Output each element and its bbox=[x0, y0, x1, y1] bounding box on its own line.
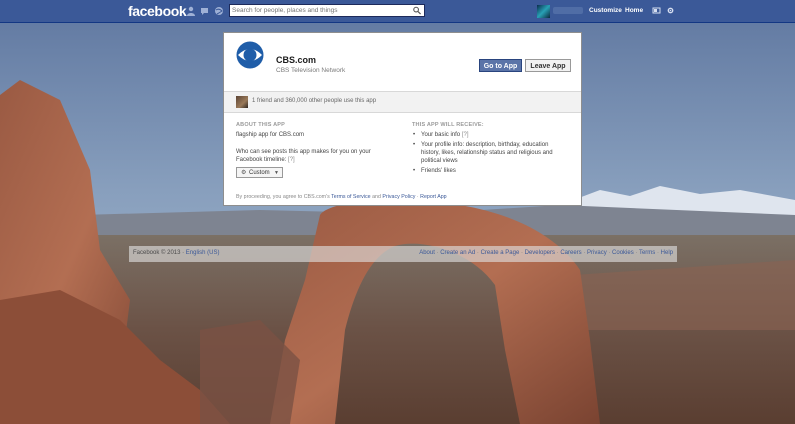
top-bar: facebook Customize Home bbox=[0, 0, 795, 23]
facebook-logo[interactable]: facebook bbox=[128, 3, 187, 19]
cbs-eye-logo bbox=[236, 41, 264, 69]
gear-icon[interactable] bbox=[666, 6, 675, 15]
footer-link-cookies[interactable]: Cookies bbox=[612, 250, 634, 256]
receive-heading: THIS APP WILL RECEIVE: bbox=[412, 122, 484, 128]
friends-using-text: 1 friend and 360,000 other people use th… bbox=[252, 98, 377, 104]
terms-of-service-link[interactable]: Terms of Service bbox=[331, 194, 370, 200]
search-icon[interactable] bbox=[412, 6, 422, 15]
terms-disclaimer: By proceeding, you agree to CBS.com's Te… bbox=[236, 194, 447, 200]
receive-list: Your basic info [?] Your profile info: d… bbox=[412, 131, 577, 177]
go-to-app-button[interactable]: Go to App bbox=[479, 59, 522, 72]
footer-links: About · Create an Ad · Create a Page · D… bbox=[419, 250, 673, 256]
footer-link-developers[interactable]: Developers bbox=[525, 250, 555, 256]
messages-icon[interactable] bbox=[200, 6, 210, 16]
friend-avatar[interactable] bbox=[236, 96, 248, 108]
disclaimer-prefix: By proceeding, you agree to CBS.com's bbox=[236, 194, 330, 200]
copyright-text: Facebook © 2013 · bbox=[133, 250, 185, 256]
visibility-text-line2: Facebook timeline: [?] bbox=[236, 156, 295, 164]
search-input[interactable] bbox=[232, 5, 408, 16]
receive-item-text: history, likes, relationship status and … bbox=[421, 150, 553, 156]
privacy-policy-link[interactable]: Privacy Policy bbox=[382, 194, 415, 200]
visibility-help-link[interactable]: [?] bbox=[288, 157, 295, 163]
visibility-label: Facebook timeline: bbox=[236, 157, 287, 163]
footer-link-about[interactable]: About bbox=[419, 250, 435, 256]
friends-using-bar: 1 friend and 360,000 other people use th… bbox=[224, 91, 581, 113]
receive-item-text: Your profile info: description, birthday… bbox=[421, 142, 549, 148]
page-footer: Facebook © 2013 · English (US) About · C… bbox=[129, 246, 677, 262]
receive-item-basic-info: Your basic info [?] bbox=[412, 131, 577, 139]
profile-avatar[interactable] bbox=[537, 5, 550, 18]
about-heading: ABOUT THIS APP bbox=[236, 122, 286, 128]
disclaimer-and: and bbox=[372, 194, 381, 200]
receive-item-text: Your basic info bbox=[421, 132, 461, 138]
app-subtitle: CBS Television Network bbox=[276, 67, 346, 74]
app-permission-dialog: CBS.com CBS Television Network Go to App… bbox=[223, 32, 582, 206]
audience-label: Custom bbox=[249, 170, 270, 176]
privacy-shortcuts-icon[interactable] bbox=[652, 6, 661, 15]
footer-link-create-page[interactable]: Create a Page bbox=[481, 250, 520, 256]
visibility-text-line1: Who can see posts this app makes for you… bbox=[236, 149, 371, 155]
receive-item-friends-likes: Friends' likes bbox=[412, 167, 577, 175]
receive-item-profile-info: Your profile info: description, birthday… bbox=[412, 141, 577, 165]
report-app-link[interactable]: Report App bbox=[420, 194, 447, 200]
gear-icon: ⚙ bbox=[241, 170, 247, 176]
footer-left: Facebook © 2013 · English (US) bbox=[133, 250, 219, 256]
customize-link[interactable]: Customize bbox=[589, 7, 622, 14]
audience-selector[interactable]: ⚙ Custom ▼ bbox=[236, 167, 283, 178]
footer-link-help[interactable]: Help bbox=[661, 250, 673, 256]
footer-link-careers[interactable]: Careers bbox=[560, 250, 581, 256]
footer-link-create-ad[interactable]: Create an Ad bbox=[440, 250, 475, 256]
search-box bbox=[229, 4, 425, 17]
basic-info-help-link[interactable]: [?] bbox=[462, 132, 469, 138]
leave-app-button[interactable]: Leave App bbox=[525, 59, 571, 72]
footer-link-terms[interactable]: Terms bbox=[639, 250, 655, 256]
jewel-icons bbox=[186, 6, 224, 16]
language-link[interactable]: English (US) bbox=[186, 250, 220, 256]
chevron-down-icon: ▼ bbox=[274, 170, 279, 176]
app-description: flagship app for CBS.com bbox=[236, 132, 305, 138]
friend-requests-icon[interactable] bbox=[186, 6, 196, 16]
receive-item-text: political views bbox=[421, 158, 458, 164]
receive-item-text: Friends' likes bbox=[421, 168, 456, 174]
profile-name-redacted[interactable] bbox=[553, 7, 583, 14]
disclaimer-separator: · bbox=[416, 194, 419, 200]
notifications-globe-icon[interactable] bbox=[214, 6, 224, 16]
footer-link-privacy[interactable]: Privacy bbox=[587, 250, 607, 256]
home-link[interactable]: Home bbox=[625, 7, 643, 14]
app-name: CBS.com bbox=[276, 55, 317, 65]
app-header: CBS.com CBS Television Network Go to App… bbox=[224, 33, 581, 91]
